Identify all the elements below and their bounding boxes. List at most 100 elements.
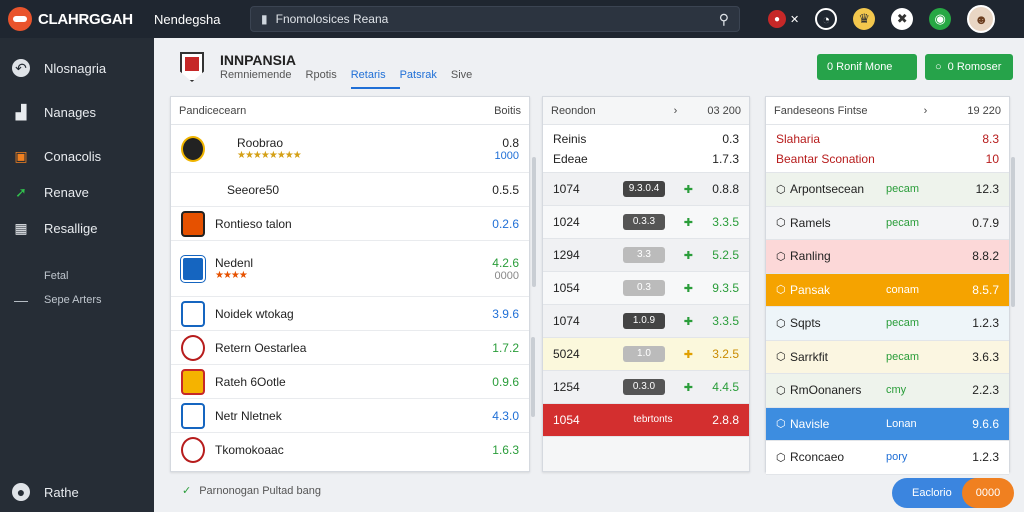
table-row[interactable]: Retern Oestarlea 1.7.2 bbox=[171, 331, 529, 365]
sidebar-footer[interactable]: ● Rathe bbox=[0, 474, 79, 510]
top-bar: CLAHRGGAH Nendegsha ▮ Fnomolosices Reana… bbox=[0, 0, 1024, 38]
standings-row[interactable]: ⬡ Arpontsecean pecam 12.3 bbox=[766, 173, 1009, 207]
odds-row[interactable]: 1054 0.3 ✚ 9.3.5 bbox=[543, 272, 749, 305]
search-circle-icon[interactable]: ◔ bbox=[815, 8, 838, 30]
standings-mid: pecam bbox=[886, 317, 920, 330]
odds-row[interactable]: 1074 1.0.9 ✚ 3.3.5 bbox=[543, 305, 749, 338]
action-button-2[interactable]: ○ 0 Romoser bbox=[925, 54, 1013, 80]
sidebar-item-4[interactable]: ▦ Resallige bbox=[0, 210, 154, 246]
tab-0[interactable]: Remniemende bbox=[220, 69, 306, 89]
close-icon[interactable]: ✕ bbox=[790, 13, 799, 26]
odds-left: 1054 bbox=[553, 413, 580, 427]
odds-pill[interactable]: 0.3 bbox=[623, 280, 665, 296]
sidebar-item-1[interactable]: ▟ Nanages bbox=[0, 94, 154, 130]
crest-icon bbox=[180, 254, 206, 283]
action-button-1[interactable]: 0 Ronif Mone bbox=[817, 54, 917, 80]
table-row[interactable]: Nedenl ★★★★ 4.2.6 0000 bbox=[171, 241, 529, 297]
odds-left: 1054 bbox=[553, 281, 580, 295]
standings-name: RmOonaners bbox=[790, 383, 862, 398]
standings-summary: Slaharia 8.3 Beantar Sconation 10 bbox=[766, 125, 1009, 173]
sidebar-item-0[interactable]: ↶ Nlosnagria bbox=[0, 50, 154, 86]
sidebar-item-3[interactable]: ➚ Renave bbox=[0, 174, 154, 210]
shield-icon: ⬡ bbox=[776, 250, 786, 263]
standings-value: 8.5.7 bbox=[972, 282, 999, 297]
odds-pill[interactable]: 1.0.9 bbox=[623, 313, 665, 329]
table-row[interactable]: Rateh 6Ootle 0.9.6 bbox=[171, 365, 529, 399]
table-row[interactable]: Roobrao ★★★★★★★★ 0.8 1000 bbox=[171, 125, 529, 173]
standings-row[interactable]: ⬡ Sqpts pecam 1.2.3 bbox=[766, 307, 1009, 341]
odds-right: 2.8.8 bbox=[712, 413, 739, 427]
globe-icon[interactable]: ✖ bbox=[891, 8, 914, 30]
rating-stars: ★★★★★★★★ bbox=[237, 150, 302, 161]
standings-row[interactable]: ⬡ Rconcaeo pory 1.2.3 bbox=[766, 441, 1009, 475]
tab-1[interactable]: Rpotis bbox=[306, 69, 351, 89]
nav-title[interactable]: Nendegsha bbox=[154, 12, 250, 27]
standings-row[interactable]: ⬡ Pansak conam 8.5.7 bbox=[766, 273, 1009, 307]
odds-row[interactable]: 1074 9.3.0.4 ✚ 0.8.8 bbox=[543, 173, 749, 206]
scrollbar[interactable] bbox=[532, 157, 536, 287]
row-name: Rontieso talon bbox=[215, 216, 292, 231]
scrollbar[interactable] bbox=[531, 337, 535, 417]
tab-3[interactable]: Patsrak bbox=[400, 69, 451, 89]
odds-row[interactable]: 1294 3.3 ✚ 5.2.5 bbox=[543, 239, 749, 272]
standings-row[interactable]: ⬡ Ramels pecam 0.7.9 bbox=[766, 206, 1009, 240]
standings-row[interactable]: ⬡ Ranling 8.8.2 bbox=[766, 240, 1009, 274]
search-bar[interactable]: ▮ Fnomolosices Reana ⚲ bbox=[250, 6, 740, 32]
chevron-icon[interactable]: › bbox=[674, 105, 678, 117]
table-row[interactable]: Rontieso talon 0.2.6 bbox=[171, 207, 529, 241]
tab-2[interactable]: Retaris bbox=[350, 69, 400, 89]
fab-badge[interactable]: 0000 bbox=[962, 478, 1014, 508]
profile-icon: ● bbox=[12, 483, 30, 501]
standings-value: 3.6.3 bbox=[972, 349, 999, 364]
sidebar-sub-item[interactable]: — Sepe Arters bbox=[0, 282, 154, 318]
up-arrow-icon: ✚ bbox=[683, 249, 693, 262]
table-row[interactable]: Seeore50 0.5.5 bbox=[171, 173, 529, 207]
app-logo[interactable]: CLAHRGGAH bbox=[0, 7, 154, 31]
standings-mid: cmy bbox=[886, 384, 907, 397]
row-value: 1.6.3 bbox=[492, 443, 519, 457]
trophy-icon[interactable]: ♛ bbox=[853, 8, 876, 30]
circle-icon: ○ bbox=[935, 61, 942, 73]
standings-row[interactable]: ⬡ RmOonaners cmy 2.2.3 bbox=[766, 374, 1009, 408]
standings-row[interactable]: ⬡ Sarrkfit pecam 3.6.3 bbox=[766, 340, 1009, 374]
odds-pill[interactable]: 0.3.3 bbox=[623, 214, 665, 230]
table-row[interactable]: Netr Nletnek 4.3.0 bbox=[171, 399, 529, 433]
odds-right: 0.8.8 bbox=[712, 182, 739, 196]
chevron-icon[interactable]: › bbox=[924, 105, 928, 117]
shield-icon: ⬡ bbox=[776, 317, 786, 330]
odds-pill[interactable]: 3.3 bbox=[623, 247, 665, 263]
odds-pill[interactable]: 0.3.0 bbox=[623, 379, 665, 395]
team-crest-icon bbox=[180, 52, 204, 82]
dash-icon: — bbox=[14, 292, 28, 308]
user-avatar[interactable]: ☻ bbox=[967, 5, 996, 33]
standings-row[interactable]: ⬡ Navisle Lonan 9.6.6 bbox=[766, 407, 1009, 441]
odds-row[interactable]: 1024 0.3.3 ✚ 3.3.5 bbox=[543, 206, 749, 239]
back-arrow-icon: ↶ bbox=[12, 59, 30, 77]
sidebar-item-2[interactable]: ▣ Conacolis bbox=[0, 138, 154, 174]
flag-icon[interactable]: ● bbox=[768, 10, 786, 28]
odds-right: 9.3.5 bbox=[712, 281, 739, 295]
menu-icon: ▮ bbox=[261, 12, 268, 26]
odds-rows: 1074 9.3.0.4 ✚ 0.8.8 1024 0.3.3 ✚ 3.3.5 1294 3.3 ✚… bbox=[543, 173, 749, 437]
tab-4[interactable]: Sive bbox=[451, 69, 486, 89]
odds-row[interactable]: 5024 1.0 ✚ 3.2.5 bbox=[543, 338, 749, 371]
odds-right: 5.2.5 bbox=[712, 248, 739, 262]
standings-value: 9.6.6 bbox=[972, 416, 999, 431]
scrollbar[interactable] bbox=[1011, 157, 1015, 307]
odds-pill[interactable]: tebrtonts bbox=[623, 412, 683, 428]
up-arrow-icon: ✚ bbox=[683, 282, 693, 295]
table-row[interactable]: Tkomokoaac 1.6.3 bbox=[171, 433, 529, 467]
odds-pill[interactable]: 1.0 bbox=[623, 346, 665, 362]
odds-pill[interactable]: 9.3.0.4 bbox=[623, 181, 665, 197]
clock-icon[interactable]: ◉ bbox=[929, 8, 952, 30]
table-row[interactable]: Noidek wtokag 3.9.6 bbox=[171, 297, 529, 331]
odds-row[interactable]: 1254 0.3.0 ✚ 4.4.5 bbox=[543, 371, 749, 404]
shield-icon: ⬡ bbox=[776, 217, 786, 230]
page-title: INNPANSIA bbox=[220, 52, 296, 68]
panel-header-right: 19 220 bbox=[967, 104, 1001, 117]
summary-name: Slaharia bbox=[776, 132, 821, 146]
search-icon[interactable]: ⚲ bbox=[719, 11, 729, 28]
odds-row[interactable]: 1054 tebrtonts 2.8.8 bbox=[543, 404, 749, 437]
search-input[interactable]: Fnomolosices Reana bbox=[268, 12, 719, 26]
status-text: Parnonogan Pultad bang bbox=[199, 484, 321, 497]
